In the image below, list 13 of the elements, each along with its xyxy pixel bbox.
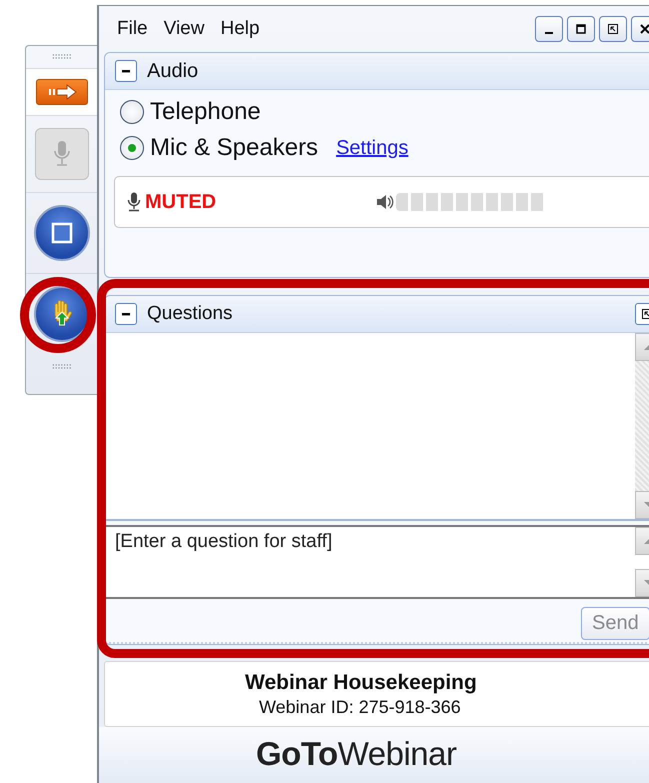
settings-link[interactable]: Settings bbox=[336, 136, 408, 160]
menu-item[interactable]: Help bbox=[220, 18, 260, 40]
webinar-title: Webinar Housekeeping bbox=[245, 670, 477, 694]
question-input[interactable]: [Enter a question for staff] bbox=[105, 525, 635, 599]
menu-item[interactable]: File bbox=[117, 18, 148, 40]
mute-status: MUTED bbox=[145, 190, 216, 214]
panel-title: Questions bbox=[147, 303, 233, 325]
logo: GoToWebinar bbox=[256, 735, 456, 774]
option-label: Mic & Speakers bbox=[150, 134, 318, 162]
panel-title: Audio bbox=[147, 60, 198, 82]
option-label: Telephone bbox=[150, 98, 261, 126]
webinar-id: Webinar ID: 275-918-366 bbox=[259, 696, 461, 718]
menu-item[interactable]: View bbox=[164, 18, 204, 40]
